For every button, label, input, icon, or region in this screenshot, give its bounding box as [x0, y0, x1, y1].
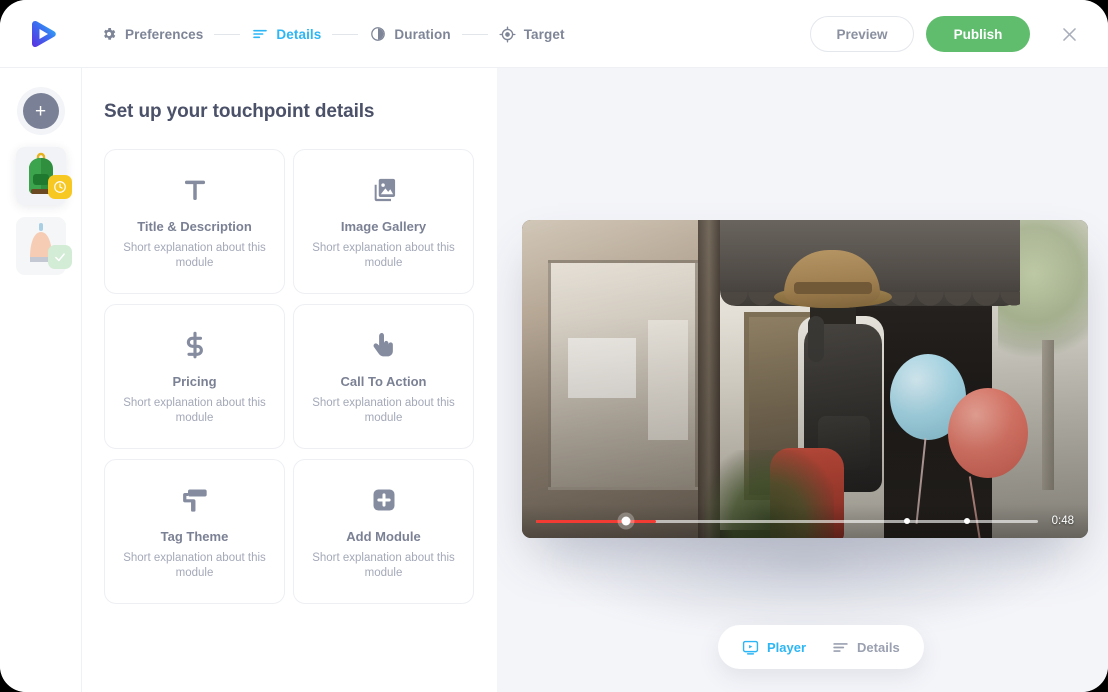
check-icon	[54, 253, 65, 262]
add-touchpoint-button[interactable]: +	[16, 87, 65, 135]
module-title: Pricing	[172, 374, 217, 390]
step-details[interactable]: Details	[251, 26, 321, 43]
step-label-preferences: Preferences	[125, 26, 204, 42]
top-bar: Preferences Details Duration Target Prev…	[0, 0, 1108, 68]
video-player[interactable]: 0:48	[522, 220, 1088, 538]
tab-details[interactable]: Details	[832, 639, 900, 656]
image-gallery-icon	[370, 173, 398, 207]
rail-thumbnail-pink-bell[interactable]	[15, 217, 72, 275]
clock-icon	[53, 181, 66, 193]
top-actions: Preview Publish	[810, 0, 1084, 68]
step-separator	[461, 33, 488, 35]
module-desc: Short explanation about this module	[312, 397, 455, 424]
module-title: Tag Theme	[160, 529, 229, 545]
list-lines-icon	[832, 639, 849, 656]
timeline-marker[interactable]	[964, 518, 971, 524]
gear-icon	[100, 26, 117, 43]
play-logo-icon	[32, 20, 56, 48]
plus-icon: +	[22, 93, 59, 129]
module-desc: Short explanation about this module	[123, 552, 266, 579]
timeline-marker[interactable]	[904, 518, 911, 524]
module-title: Image Gallery	[340, 219, 427, 235]
page-title: Set up your touchpoint details	[104, 101, 375, 122]
half-circle-clock-icon	[369, 26, 386, 43]
preview-mode-toggle: Player Details	[718, 625, 924, 669]
module-card-call-to-action[interactable]: Call To Action Short explanation about t…	[293, 304, 474, 449]
tab-player[interactable]: Player	[742, 639, 806, 656]
module-desc: Short explanation about this module	[123, 242, 266, 269]
preview-button[interactable]: Preview	[810, 16, 914, 52]
video-playhead[interactable]	[621, 516, 631, 526]
step-label-duration: Duration	[394, 26, 451, 42]
app-window: Preferences Details Duration Target Prev…	[0, 0, 1108, 692]
module-card-tag-theme[interactable]: Tag Theme Short explanation about this m…	[104, 459, 285, 604]
stepper-nav: Preferences Details Duration Target	[100, 0, 565, 68]
rail-thumbnail-green-backpack[interactable]	[15, 147, 72, 205]
module-card-add-module[interactable]: Add Module Short explanation about this …	[293, 459, 474, 604]
thumbnail-badge-clock	[47, 175, 72, 199]
tab-label-details: Details	[857, 639, 900, 655]
step-separator	[214, 33, 241, 35]
module-title: Add Module	[346, 529, 421, 545]
module-card-image-gallery[interactable]: Image Gallery Short explanation about th…	[293, 149, 474, 294]
target-crosshair-icon	[499, 25, 516, 43]
video-scrub-track[interactable]	[536, 516, 1038, 526]
dollar-sign-icon	[180, 328, 210, 362]
video-time-label: 0:48	[1051, 515, 1074, 527]
thumbnail-badge-check	[47, 245, 72, 269]
left-rail: +	[0, 68, 82, 692]
module-title: Title & Description	[137, 219, 252, 235]
step-label-details: Details	[276, 26, 322, 42]
details-panel: Set up your touchpoint details Title & D…	[82, 68, 497, 692]
paint-roller-icon	[181, 483, 209, 517]
step-preferences[interactable]: Preferences	[100, 26, 203, 43]
step-separator	[332, 33, 359, 35]
close-button[interactable]	[1054, 19, 1084, 49]
module-card-pricing[interactable]: Pricing Short explanation about this mod…	[104, 304, 285, 449]
close-icon	[1062, 27, 1076, 41]
video-timeline: 0:48	[522, 504, 1088, 538]
video-scene-image	[522, 220, 1088, 538]
tab-label-player: Player	[767, 639, 807, 655]
monitor-play-icon	[742, 639, 759, 656]
module-card-title-description[interactable]: Title & Description Short explanation ab…	[104, 149, 285, 294]
module-desc: Short explanation about this module	[123, 397, 266, 424]
plus-square-icon	[370, 483, 398, 517]
step-label-target: Target	[523, 26, 565, 42]
module-desc: Short explanation about this module	[312, 552, 455, 579]
step-duration[interactable]: Duration	[369, 26, 451, 43]
preview-panel: 0:48 Player Details	[497, 68, 1108, 692]
list-lines-icon	[251, 26, 268, 43]
step-target[interactable]: Target	[499, 25, 565, 43]
tap-hand-icon	[370, 328, 398, 362]
video-progress-bar	[536, 519, 657, 523]
publish-button[interactable]: Publish	[926, 16, 1030, 52]
app-logo[interactable]	[26, 17, 60, 51]
module-grid: Title & Description Short explanation ab…	[104, 149, 497, 604]
module-title: Call To Action	[340, 374, 427, 390]
module-desc: Short explanation about this module	[312, 242, 455, 269]
text-t-icon	[180, 173, 210, 207]
